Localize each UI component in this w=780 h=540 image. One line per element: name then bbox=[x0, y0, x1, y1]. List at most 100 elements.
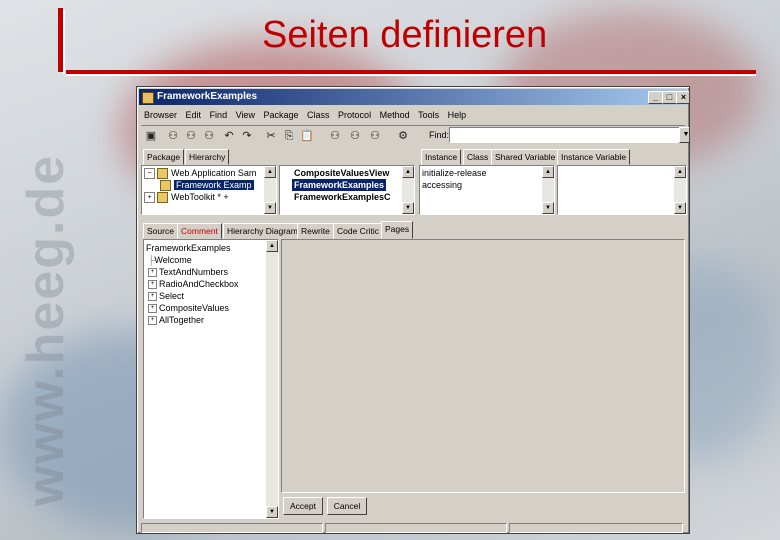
scroll-up-icon[interactable]: ▲ bbox=[542, 166, 554, 178]
status-cell bbox=[509, 523, 683, 533]
menu-protocol[interactable]: Protocol bbox=[335, 107, 374, 123]
title-accent-underline bbox=[66, 74, 756, 76]
tab-code-critic[interactable]: Code Critic bbox=[333, 223, 384, 239]
app-icon bbox=[142, 92, 154, 104]
tree-node-label: Welcome bbox=[154, 255, 192, 265]
selected-package: Framework Examp bbox=[174, 180, 254, 190]
scrollbar[interactable]: ▲ ▼ bbox=[266, 240, 278, 518]
watermark-text: www.heeg.de bbox=[17, 153, 76, 507]
menu-view[interactable]: View bbox=[233, 107, 258, 123]
copy-icon[interactable]: ⎘ bbox=[281, 128, 297, 144]
expand-icon[interactable]: + bbox=[148, 316, 157, 326]
tree-node-alltogether[interactable]: + AllTogether bbox=[148, 314, 204, 326]
scroll-down-icon[interactable]: ▼ bbox=[402, 202, 414, 214]
expand-icon[interactable]: + bbox=[148, 280, 157, 290]
menu-find[interactable]: Find bbox=[207, 107, 231, 123]
binoculars-icon[interactable]: ⚇ bbox=[347, 128, 363, 144]
scroll-up-icon[interactable]: ▲ bbox=[402, 166, 414, 178]
accept-button[interactable]: Accept bbox=[283, 497, 323, 515]
tab-shared-variable[interactable]: Shared Variable bbox=[491, 149, 560, 165]
close-button[interactable]: × bbox=[676, 91, 689, 104]
package-icon bbox=[160, 180, 171, 192]
tree-node-select[interactable]: + Select bbox=[148, 290, 184, 302]
tab-package[interactable]: Package bbox=[143, 149, 185, 165]
scroll-up-icon[interactable]: ▲ bbox=[266, 240, 278, 252]
menu-method[interactable]: Method bbox=[377, 107, 413, 123]
method-list: ▲ ▼ bbox=[557, 165, 687, 215]
browser-window: FrameworkExamples _ □ × Browser Edit Fin… bbox=[136, 86, 690, 534]
expand-icon[interactable]: + bbox=[144, 192, 155, 204]
paste-icon[interactable]: 📋 bbox=[299, 128, 315, 144]
tree-node-textandnumbers[interactable]: + TextAndNumbers bbox=[148, 266, 228, 278]
scroll-down-icon[interactable]: ▼ bbox=[264, 202, 276, 214]
scroll-down-icon[interactable]: ▼ bbox=[674, 202, 686, 214]
find-label: Find: bbox=[429, 130, 450, 140]
class-list: CompositeValuesView FrameworkExamples Fr… bbox=[279, 165, 415, 215]
minimize-button[interactable]: _ bbox=[648, 91, 663, 104]
tab-class[interactable]: Class bbox=[463, 149, 493, 165]
expand-icon[interactable]: + bbox=[148, 268, 157, 278]
cancel-button[interactable]: Cancel bbox=[327, 497, 367, 515]
scroll-up-icon[interactable]: ▲ bbox=[674, 166, 686, 178]
menu-tools[interactable]: Tools bbox=[415, 107, 442, 123]
menu-browser[interactable]: Browser bbox=[141, 107, 180, 123]
maximize-button[interactable]: □ bbox=[662, 91, 677, 104]
slide-title: Seiten definieren bbox=[262, 14, 548, 56]
tab-instance[interactable]: Instance bbox=[421, 149, 462, 165]
list-item[interactable]: initialize-release bbox=[422, 167, 487, 179]
binoculars-icon[interactable]: ⚇ bbox=[327, 128, 343, 144]
scroll-down-icon[interactable]: ▼ bbox=[542, 202, 554, 214]
protocol-list: initialize-release accessing ▲ ▼ bbox=[419, 165, 555, 215]
list-item[interactable]: FrameworkExamplesC bbox=[294, 191, 391, 203]
tab-rewrite[interactable]: Rewrite bbox=[297, 223, 334, 239]
tab-pages[interactable]: Pages bbox=[381, 221, 414, 239]
tree-node-compositevalues[interactable]: + CompositeValues bbox=[148, 302, 229, 314]
scroll-down-icon[interactable]: ▼ bbox=[266, 506, 278, 518]
chevron-down-icon[interactable]: ▼ bbox=[679, 127, 689, 143]
list-item[interactable]: Framework Examp bbox=[160, 179, 254, 192]
tab-source[interactable]: Source bbox=[143, 223, 178, 239]
menu-package[interactable]: Package bbox=[260, 107, 301, 123]
tab-instance-variable[interactable]: Instance Variable bbox=[557, 149, 631, 165]
cut-icon[interactable]: ✂ bbox=[263, 128, 279, 144]
tab-comment[interactable]: Comment bbox=[177, 223, 222, 239]
list-item[interactable]: accessing bbox=[422, 179, 462, 191]
tree-root[interactable]: FrameworkExamples bbox=[146, 242, 231, 254]
tree-node-welcome[interactable]: ├Welcome bbox=[148, 254, 192, 266]
scrollbar[interactable]: ▲ ▼ bbox=[542, 166, 554, 214]
binoculars-icon[interactable]: ⚇ bbox=[201, 128, 217, 144]
scrollbar[interactable]: ▲ ▼ bbox=[674, 166, 686, 214]
expand-icon[interactable]: + bbox=[148, 304, 157, 314]
run-icon[interactable]: ⚙ bbox=[395, 128, 411, 144]
window-title: FrameworkExamples bbox=[157, 91, 258, 102]
collapse-icon[interactable]: − bbox=[144, 168, 155, 180]
list-item[interactable]: + WebToolkit * + bbox=[144, 191, 229, 204]
list-item[interactable]: CompositeValuesView bbox=[294, 167, 389, 179]
binoculars-icon[interactable]: ⚇ bbox=[165, 128, 181, 144]
tree-node-label: Select bbox=[159, 291, 185, 301]
binoculars-icon[interactable]: ⚇ bbox=[183, 128, 199, 144]
find-input[interactable] bbox=[449, 127, 681, 143]
pages-tree: FrameworkExamples ├Welcome + TextAndNumbe… bbox=[143, 239, 279, 519]
expand-icon[interactable]: + bbox=[148, 292, 157, 302]
scrollbar[interactable]: ▲ ▼ bbox=[264, 166, 276, 214]
tree-node-label: CompositeValues bbox=[159, 303, 229, 313]
undo-icon[interactable]: ↶ bbox=[221, 128, 237, 144]
window-titlebar[interactable]: FrameworkExamples _ □ × bbox=[139, 89, 689, 105]
scrollbar[interactable]: ▲ ▼ bbox=[402, 166, 414, 214]
selected-class[interactable]: FrameworkExamples bbox=[292, 179, 387, 191]
menu-help[interactable]: Help bbox=[445, 107, 470, 123]
tab-hierarchy[interactable]: Hierarchy bbox=[185, 149, 230, 165]
tab-hierarchy-diagram[interactable]: Hierarchy Diagram bbox=[223, 223, 302, 239]
redo-icon[interactable]: ↷ bbox=[239, 128, 255, 144]
binoculars-icon[interactable]: ⚇ bbox=[367, 128, 383, 144]
page-editor-area[interactable] bbox=[281, 239, 685, 493]
menu-class[interactable]: Class bbox=[304, 107, 333, 123]
menu-edit[interactable]: Edit bbox=[183, 107, 205, 123]
status-cell bbox=[141, 523, 323, 533]
status-cell bbox=[325, 523, 507, 533]
browser-icon[interactable]: ▣ bbox=[143, 128, 159, 144]
list-item[interactable]: − Web Application Sam bbox=[144, 167, 256, 180]
scroll-up-icon[interactable]: ▲ bbox=[264, 166, 276, 178]
tree-node-radioandcheckbox[interactable]: + RadioAndCheckbox bbox=[148, 278, 239, 290]
